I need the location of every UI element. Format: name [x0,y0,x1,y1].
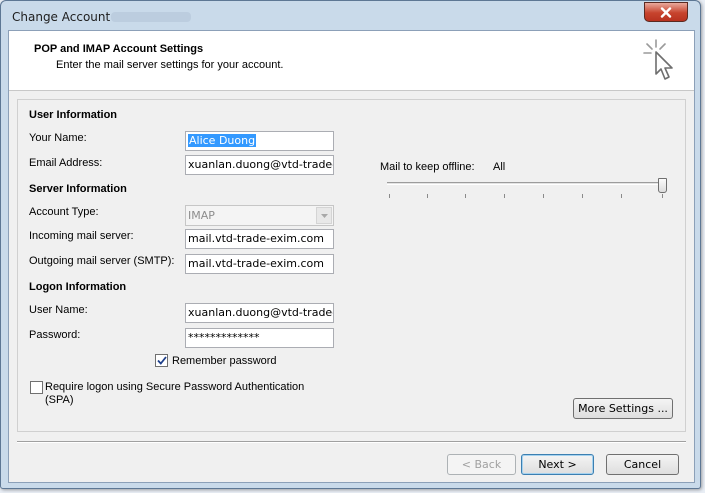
window-title: Change Account [12,10,111,24]
slider-tick [621,194,622,198]
next-button[interactable]: Next > [521,454,594,475]
mail-offline-value: All [493,161,506,173]
user-information-heading: User Information [29,109,118,121]
logon-information-heading: Logon Information [29,281,127,293]
user-name-label: User Name: [29,304,88,316]
chevron-down-icon [320,213,328,218]
back-button[interactable]: < Back [447,454,516,475]
incoming-server-input[interactable]: mail.vtd-trade-exim.com [185,229,334,249]
incoming-server-label: Incoming mail server: [29,230,134,242]
header-title: POP and IMAP Account Settings [34,43,204,55]
account-type-select: IMAP [185,205,334,226]
wizard-cursor-icon [643,39,673,80]
outgoing-server-label: Outgoing mail server (SMTP): [29,255,175,267]
password-label: Password: [29,329,81,341]
outgoing-server-input[interactable]: mail.vtd-trade-exim.com [185,254,334,274]
remember-password-label[interactable]: Remember password [172,355,277,367]
slider-tick [662,194,663,198]
dialog-header: POP and IMAP Account Settings Enter the … [9,31,694,91]
change-account-window: Change Account POP and IMAP Account Sett… [0,0,701,489]
dropdown-arrow [316,207,332,224]
your-name-label: Your Name: [29,132,87,144]
account-type-value: IMAP [188,209,215,222]
remember-password-checkbox[interactable] [155,354,168,367]
your-name-value: Alice Duong [188,134,257,147]
spa-label-line1[interactable]: Require logon using Secure Password Auth… [45,381,304,393]
title-bar[interactable]: Change Account [1,1,700,31]
slider-tick [465,194,466,198]
spa-label-line2[interactable]: (SPA) [45,394,74,406]
slider-tick [504,194,505,198]
email-address-label: Email Address: [29,157,103,169]
mail-offline-label: Mail to keep offline: [380,161,475,173]
server-information-heading: Server Information [29,183,127,195]
cancel-button[interactable]: Cancel [606,454,679,475]
slider-tick [543,194,544,198]
slider-tick [389,194,390,198]
password-input[interactable]: ************* [185,328,334,348]
account-type-label: Account Type: [29,206,99,218]
more-settings-button[interactable]: More Settings ... [573,398,673,419]
slider-tick [427,194,428,198]
slider-tick [582,194,583,198]
button-separator [17,441,686,443]
close-icon [660,6,672,18]
title-ghost-text [111,12,191,22]
your-name-input[interactable]: Alice Duong [185,131,334,151]
checkmark-icon [156,356,167,365]
email-address-input[interactable]: xuanlan.duong@vtd-trade-e [185,155,334,175]
spa-checkbox[interactable] [30,381,43,394]
header-subtitle: Enter the mail server settings for your … [56,59,284,71]
mail-offline-slider-thumb[interactable] [658,178,667,193]
close-button[interactable] [644,2,688,22]
user-name-input[interactable]: xuanlan.duong@vtd-trade-e [185,303,334,323]
mail-offline-slider-track[interactable] [387,182,665,185]
